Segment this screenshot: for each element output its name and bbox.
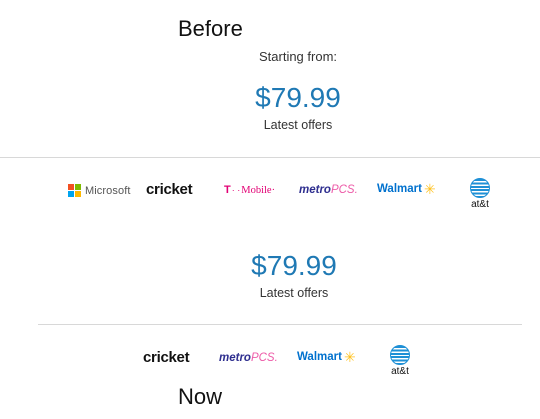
cricket-logo[interactable]: cricket (146, 181, 193, 198)
tmobile-dots: · · (231, 185, 241, 195)
cricket-logo-now[interactable]: cricket (143, 349, 190, 366)
metropcs-logo-text-primary: metro (219, 352, 251, 364)
metropcs-logo-text-primary: metro (299, 184, 331, 196)
cricket-logo-text: cricket (146, 181, 193, 198)
before-heading: Before (178, 16, 243, 41)
walmart-logo[interactable]: Walmart ✳ (377, 182, 436, 196)
now-divider (38, 324, 522, 325)
now-price: $79.99 (251, 250, 337, 281)
before-divider (0, 157, 540, 158)
microsoft-logo[interactable]: Microsoft (68, 184, 131, 197)
walmart-spark-icon: ✳ (343, 349, 356, 365)
metropcs-logo-text-secondary: PCS. (250, 352, 278, 364)
tmobile-logo[interactable]: T · · Mobile· (224, 184, 275, 196)
before-offers-link[interactable]: Latest offers (230, 118, 366, 132)
metropcs-logo[interactable]: metro PCS. (299, 184, 358, 196)
metropcs-logo-text-secondary: PCS. (330, 184, 358, 196)
cricket-logo-text: cricket (143, 349, 190, 366)
att-logo-text: at&t (471, 199, 489, 210)
att-logo-text: at&t (391, 366, 409, 377)
microsoft-logo-icon (68, 184, 81, 197)
now-heading: Now (178, 384, 223, 409)
att-logo[interactable]: at&t (470, 178, 490, 210)
before-price: $79.99 (255, 82, 341, 113)
tmobile-t-mark: T (224, 184, 231, 196)
walmart-logo-text: Walmart (297, 351, 342, 363)
att-globe-icon (390, 345, 410, 365)
starting-from-label: Starting from: (258, 49, 338, 64)
now-offers-link[interactable]: Latest offers (226, 286, 362, 300)
walmart-logo-text: Walmart (377, 183, 422, 195)
walmart-logo-now[interactable]: Walmart ✳ (297, 350, 356, 364)
microsoft-logo-text: Microsoft (85, 184, 131, 197)
tmobile-logo-text: Mobile· (241, 184, 276, 196)
att-logo-now[interactable]: at&t (390, 345, 410, 377)
metropcs-logo-now[interactable]: metro PCS. (219, 352, 278, 364)
att-globe-icon (470, 178, 490, 198)
walmart-spark-icon: ✳ (423, 181, 436, 197)
